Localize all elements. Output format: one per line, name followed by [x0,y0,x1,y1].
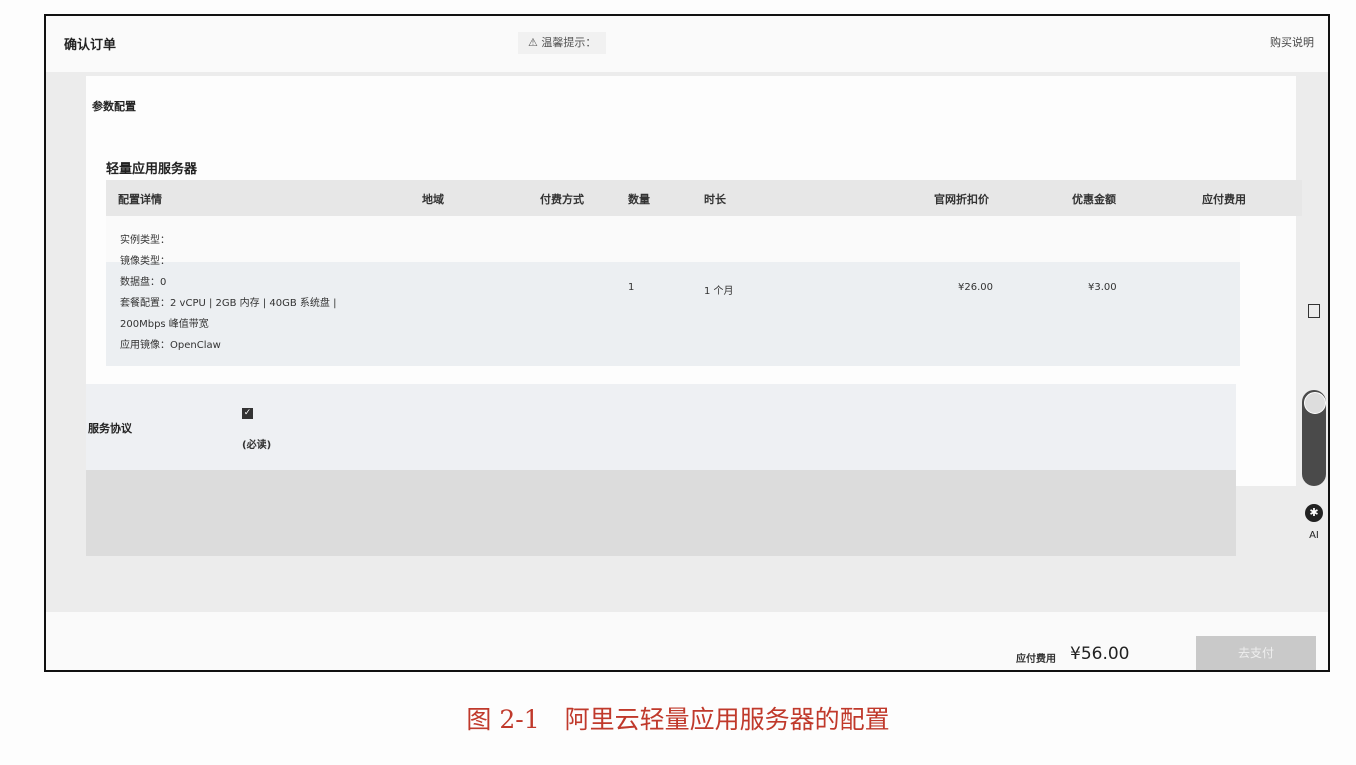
detail-bandwidth: 200Mbps 峰值带宽 [120,319,209,330]
order-window: 确认订单 ⚠ 温馨提示： 购买说明 参数配置 轻量应用服务器 配置详情 地域 付… [44,14,1330,672]
config-details: 实例类型： 镜像类型： 数据盘：0 套餐配置：2 vCPU | 2GB 内存 |… [120,230,336,356]
ai-assistant-icon[interactable]: ✱ [1305,504,1323,522]
col-payable: 应付费用 [1202,193,1246,206]
total-label: 应付费用 [1016,654,1056,665]
agreement-section [86,384,1236,470]
col-quantity: 数量 [628,193,650,206]
ai-assistant-label[interactable]: AI [1302,530,1326,541]
col-billing: 付费方式 [540,193,584,206]
page-title: 确认订单 [64,38,117,53]
detail-image-type: 镜像类型： [120,256,170,267]
purchase-help-link[interactable]: 购买说明 [1270,34,1314,50]
notice-banner: ⚠ 温馨提示： [518,32,607,54]
list-icon[interactable] [1308,304,1320,318]
top-bar: 确认订单 ⚠ 温馨提示： 购买说明 [46,16,1328,72]
section-label: 参数配置 [92,100,136,113]
detail-app-image: 应用镜像：OpenClaw [120,340,221,351]
row-duration: 1 个月 [704,286,734,297]
col-duration: 时长 [704,193,726,206]
blurred-content-area [86,470,1236,556]
detail-package: 套餐配置：2 vCPU | 2GB 内存 | 40GB 系统盘 | [120,298,337,309]
agreement-note: (必读) [242,440,272,451]
footer-bar: 应付费用 ¥56.00 去支付 [46,612,1328,670]
col-config: 配置详情 [118,193,162,206]
col-list-price: 官网折扣价 [934,193,989,206]
col-discount: 优惠金额 [1072,193,1116,206]
col-region: 地域 [422,193,444,206]
table-header: 配置详情 地域 付费方式 数量 时长 官网折扣价 优惠金额 应付费用 [106,180,1302,216]
avatar [1304,392,1326,414]
detail-instance-type: 实例类型： [120,235,170,246]
row-list-price: ¥26.00 [958,282,993,293]
row-discount: ¥3.00 [1088,282,1117,293]
row-quantity: 1 [628,282,635,293]
figure-caption: 图 2-1 阿里云轻量应用服务器的配置 [466,705,890,734]
pay-button[interactable]: 去支付 [1196,636,1316,670]
total-value: ¥56.00 [1070,644,1130,664]
product-title: 轻量应用服务器 [106,162,198,177]
agree-checkbox[interactable]: ✓ [242,408,253,419]
agreement-label: 服务协议 [88,422,132,435]
detail-data-disk: 数据盘：0 [120,277,167,288]
